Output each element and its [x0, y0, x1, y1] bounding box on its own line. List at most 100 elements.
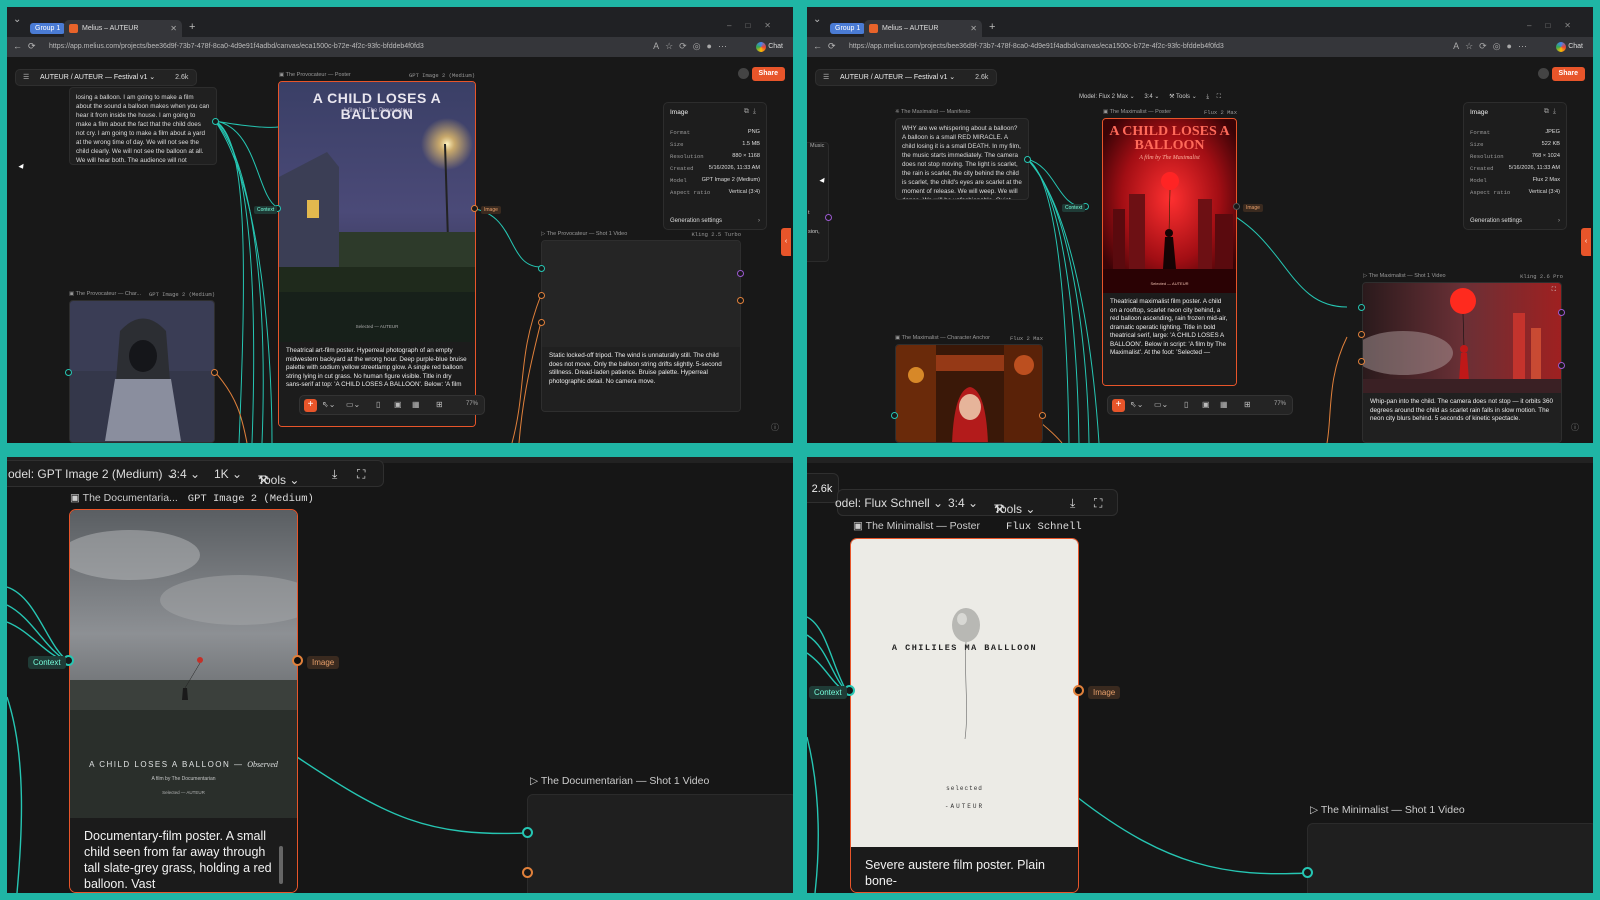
tab-group-pill[interactable]: Group 1 — [30, 23, 66, 34]
share-button[interactable]: Share — [1551, 67, 1585, 81]
help-icon[interactable]: ⓘ — [1571, 422, 1579, 433]
video-output-port[interactable] — [1558, 309, 1565, 316]
project-breadcrumb-bar[interactable]: ☰ AUTEUR / AUTEUR — Festival v1 ⌄ 2.6k — [815, 69, 998, 86]
collapse-panel-tab[interactable]: ‹ — [1581, 228, 1591, 256]
back-reload-icons[interactable]: ←⟳ — [813, 41, 842, 52]
video-character-port[interactable] — [1358, 358, 1365, 365]
collaborator-avatar[interactable] — [738, 68, 749, 79]
resolution-selector[interactable]: 1K ⌄ — [214, 467, 242, 481]
project-breadcrumb[interactable]: AUTEUR / AUTEUR — Festival v1 ⌄ — [840, 74, 955, 81]
project-breadcrumb-bar[interactable]: ☰ AUTEUR / AUTEUR — Festival v1 ⌄ 2.6k — [15, 69, 198, 86]
document-icon[interactable]: ▯ — [376, 400, 380, 409]
tab-list-icon[interactable]: ⌄ — [813, 14, 821, 25]
window-controls[interactable]: –□✕ — [727, 21, 785, 30]
download-icon[interactable]: ⤓ — [332, 467, 337, 482]
help-icon[interactable]: ⓘ — [771, 422, 779, 433]
offscreen-node-edge[interactable]: Music t sion, — [807, 142, 829, 262]
maximalist-poster-node[interactable]: A CHILD LOSES A BALLOON A film by The Ma… — [1102, 118, 1237, 386]
project-breadcrumb[interactable]: AUTEUR / AUTEUR — Festival v1 ⌄ — [40, 74, 155, 81]
copy-download-icons[interactable]: ⧉⤓ — [1544, 108, 1560, 116]
character-output-port[interactable] — [211, 369, 218, 376]
documentarian-poster-node[interactable]: A CHILD LOSES A BALLOON — Observed A fil… — [69, 509, 298, 893]
provocateur-video-node[interactable]: Static locked-off tripod. The wind is un… — [541, 240, 741, 412]
generation-settings-row[interactable]: Generation settings › — [1470, 218, 1560, 224]
video-context-port[interactable] — [1358, 304, 1365, 311]
url-field[interactable]: https://app.melius.com/projects/bee36d9f… — [49, 40, 649, 54]
video-context-port[interactable] — [1302, 867, 1313, 878]
model-selector[interactable]: odel: Flux Schnell ⌄ — [835, 496, 943, 510]
back-reload-icons[interactable]: ←⟳ — [13, 41, 42, 52]
tab-group-pill[interactable]: Group 1 — [830, 23, 866, 34]
select-tool-icon[interactable]: ⇖⌄ — [1130, 400, 1143, 409]
minimalist-video-node[interactable] — [1307, 823, 1593, 893]
model-selector[interactable]: Model: Flux 2 Max ⌄ — [1079, 94, 1135, 100]
new-tab-icon[interactable]: + — [989, 21, 995, 33]
browser-toolbar-icons[interactable]: A☆⟳◎●⋯ — [1453, 41, 1533, 52]
image-tool-icon[interactable]: ▣ — [394, 400, 402, 409]
character-output-port[interactable] — [1039, 412, 1046, 419]
manifesto-output-port[interactable] — [1024, 156, 1031, 163]
zoom-level[interactable]: 77% — [466, 401, 478, 407]
menu-icon[interactable]: ☰ — [823, 70, 829, 85]
add-node-button[interactable]: + — [1112, 399, 1125, 412]
poster-image-port[interactable] — [292, 655, 303, 666]
tools-dropdown[interactable]: ⚒ Tools ⌄ — [1169, 94, 1197, 100]
video-output-port[interactable] — [737, 270, 744, 277]
chat-button[interactable]: Chat — [754, 40, 787, 54]
maximalist-video-node[interactable]: Whip-pan into the child. The camera does… — [1362, 282, 1562, 443]
video-context-port[interactable] — [522, 827, 533, 838]
poster-image-port[interactable] — [1073, 685, 1084, 696]
close-tab-icon[interactable]: ✕ — [170, 20, 177, 37]
add-node-button[interactable]: + — [304, 399, 317, 412]
share-button[interactable]: Share — [751, 67, 785, 81]
shape-tool-icon[interactable]: ▭⌄ — [1154, 400, 1168, 409]
offscreen-output-port[interactable] — [825, 214, 832, 221]
ratio-selector[interactable]: 3:4 ⌄ — [170, 467, 200, 481]
node-canvas[interactable]: ☰ AUTEUR / AUTEUR — Festival v1 ⌄ 2.6k S… — [7, 57, 793, 443]
map-icon[interactable]: ⊞ — [1244, 400, 1251, 409]
grid-icon[interactable]: ▦ — [412, 400, 420, 409]
new-tab-icon[interactable]: + — [189, 21, 195, 33]
tab-list-icon[interactable]: ⌄ — [13, 14, 21, 25]
ratio-selector[interactable]: 3:4 ⌄ — [948, 496, 978, 510]
character-input-port[interactable] — [65, 369, 72, 376]
caption-scrollbar[interactable] — [279, 846, 283, 884]
video-image-port[interactable] — [1358, 331, 1365, 338]
select-tool-icon[interactable]: ⇖⌄ — [322, 400, 335, 409]
manifesto-text-node[interactable]: losing a balloon. I am going to make a f… — [69, 87, 217, 165]
character-input-port[interactable] — [891, 412, 898, 419]
image-tool-icon[interactable]: ▣ — [1202, 400, 1210, 409]
ratio-selector[interactable]: 3:4 ⌄ — [1144, 94, 1159, 100]
collapse-panel-tab[interactable]: ‹ — [781, 228, 791, 256]
menu-icon[interactable]: ☰ — [23, 70, 29, 85]
grid-icon[interactable]: ▦ — [1220, 400, 1228, 409]
expand-video-icon[interactable]: ⛶ — [1552, 287, 1556, 294]
poster-image-port[interactable] — [471, 205, 478, 212]
document-icon[interactable]: ▯ — [1184, 400, 1188, 409]
video-context-port[interactable] — [538, 265, 545, 272]
manifesto-text-node[interactable]: WHY are we whispering about a balloon? A… — [895, 118, 1029, 200]
download-icon[interactable]: ⤓ — [1070, 496, 1075, 511]
chat-button[interactable]: Chat — [1554, 40, 1587, 54]
copy-download-icons[interactable]: ⧉⤓ — [744, 108, 760, 116]
video-audio-port[interactable] — [737, 297, 744, 304]
provocateur-poster-node[interactable]: A CHILD LOSES A BALLOON A film by The Pr… — [278, 81, 476, 427]
provocateur-character-node[interactable] — [69, 300, 215, 443]
url-field[interactable]: https://app.melius.com/projects/bee36d9f… — [849, 40, 1449, 54]
browser-tab[interactable]: Melius – AUTEUR ✕ — [64, 20, 182, 37]
map-icon[interactable]: ⊞ — [436, 400, 443, 409]
shape-tool-icon[interactable]: ▭⌄ — [346, 400, 360, 409]
collaborator-avatar[interactable] — [1538, 68, 1549, 79]
fullscreen-icon[interactable]: ⛶ — [357, 467, 365, 482]
browser-tab[interactable]: Melius – AUTEUR ✕ — [864, 20, 982, 37]
minimalist-poster-node[interactable]: A CHILILES MA BALLLOON selected -AUTEUR … — [850, 538, 1079, 893]
model-selector[interactable]: odel: GPT Image 2 (Medium) ⌄ — [8, 467, 176, 481]
browser-toolbar-icons[interactable]: A☆⟳◎●⋯ — [653, 41, 733, 52]
video-image-port[interactable] — [522, 867, 533, 878]
window-controls[interactable]: –□✕ — [1527, 21, 1585, 30]
manifesto-output-port[interactable] — [212, 118, 219, 125]
video-audio-port[interactable] — [1558, 362, 1565, 369]
maximalist-character-node[interactable] — [895, 344, 1043, 443]
documentarian-video-node[interactable] — [527, 794, 793, 893]
fullscreen-icon[interactable]: ⛶ — [1217, 94, 1221, 100]
